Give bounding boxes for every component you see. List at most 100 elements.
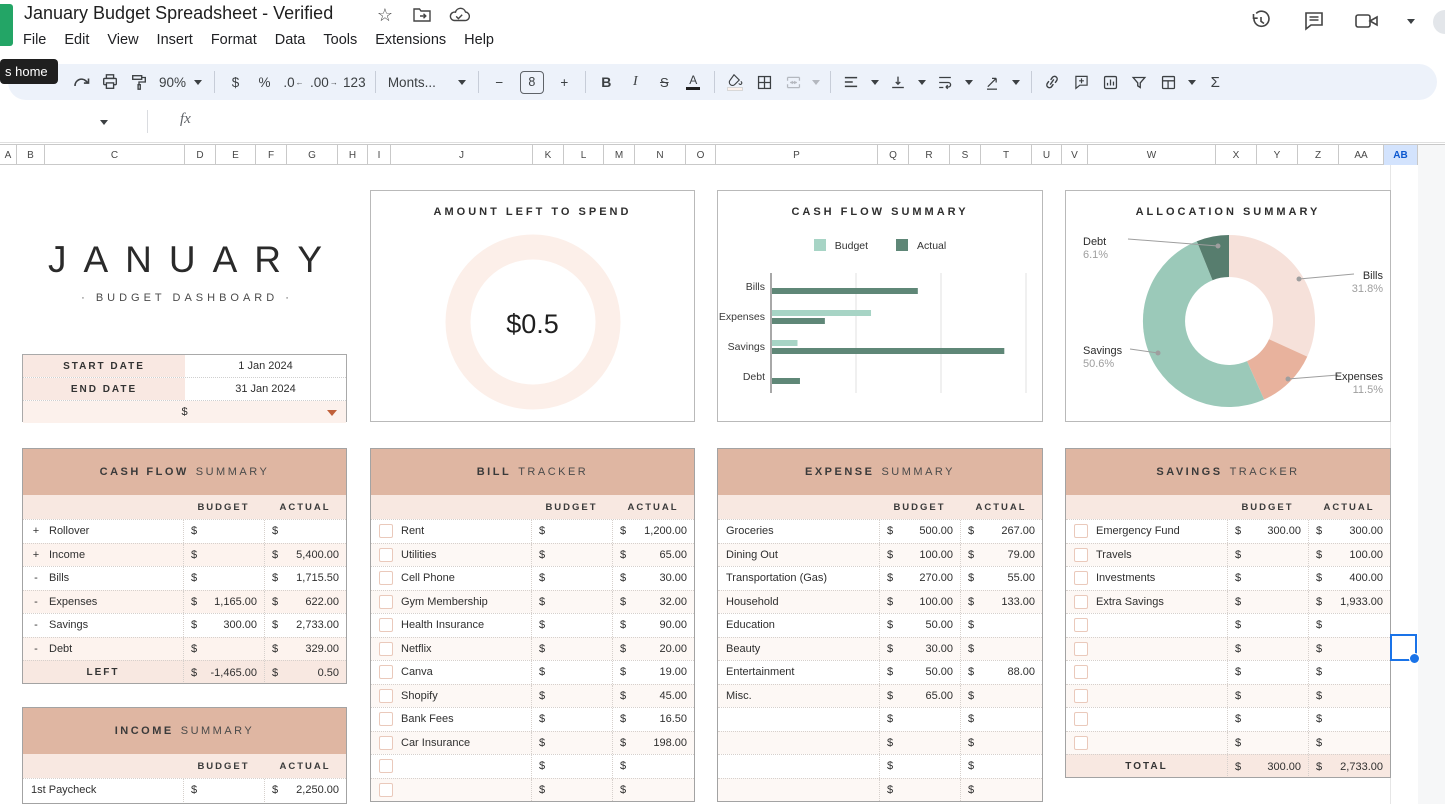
savings_tracker-actual-cell[interactable]: $300.00 <box>1308 520 1390 543</box>
savings_tracker-actual-cell[interactable]: $ <box>1308 661 1390 684</box>
checkbox[interactable] <box>1074 618 1088 632</box>
expense_summary-budget-cell[interactable]: $ <box>879 755 960 778</box>
bill_tracker-budget-cell[interactable]: $ <box>531 567 612 590</box>
column-header-P[interactable]: P <box>716 145 878 165</box>
column-header-G[interactable]: G <box>287 145 338 165</box>
bill_tracker-budget-cell[interactable]: $ <box>531 732 612 755</box>
text-color-button[interactable]: A <box>681 69 706 95</box>
start-date-label[interactable]: START DATE <box>23 355 185 377</box>
cash_flow-label-cell[interactable]: -Debt <box>23 638 183 661</box>
column-header-X[interactable]: X <box>1216 145 1257 165</box>
bill_tracker-actual-cell[interactable]: $ <box>612 755 694 778</box>
cash_flow-actual-cell[interactable]: $622.00 <box>264 591 346 614</box>
increase-font-size-button[interactable]: + <box>552 69 577 95</box>
column-header-L[interactable]: L <box>564 145 604 165</box>
bill_tracker-budget-cell[interactable]: $ <box>531 685 612 708</box>
checkbox[interactable] <box>379 595 393 609</box>
cash_flow-actual-cell[interactable]: $2,733.00 <box>264 614 346 637</box>
income_summary-label-cell[interactable]: 1st Paycheck <box>23 779 183 802</box>
savings_tracker-actual-cell[interactable]: $400.00 <box>1308 567 1390 590</box>
bill_tracker-actual-cell[interactable]: $30.00 <box>612 567 694 590</box>
bill_tracker-actual-cell[interactable]: $90.00 <box>612 614 694 637</box>
expense_summary-actual-cell[interactable]: $88.00 <box>960 661 1042 684</box>
bill_tracker-budget-cell[interactable]: $ <box>531 755 612 778</box>
cash_flow-budget-cell[interactable]: $300.00 <box>183 614 264 637</box>
savings_tracker-budget-cell[interactable]: $ <box>1227 544 1308 567</box>
column-header-M[interactable]: M <box>604 145 635 165</box>
savings_tracker-label-cell[interactable] <box>1066 638 1227 661</box>
decrease-font-size-button[interactable]: − <box>487 69 512 95</box>
bill_tracker-budget-cell[interactable]: $ <box>531 520 612 543</box>
savings_tracker-actual-cell[interactable]: $100.00 <box>1308 544 1390 567</box>
menu-help[interactable]: Help <box>455 30 503 50</box>
expense_summary-budget-cell[interactable]: $ <box>879 732 960 755</box>
fill-handle[interactable] <box>1409 653 1420 664</box>
functions-button[interactable]: Σ <box>1203 69 1228 95</box>
font-size-input[interactable]: 8 <box>520 71 544 94</box>
checkbox[interactable] <box>379 571 393 585</box>
menu-tools[interactable]: Tools <box>314 30 366 50</box>
cash_flow-actual-cell[interactable]: $329.00 <box>264 638 346 661</box>
insert-link-button[interactable] <box>1040 69 1065 95</box>
column-header-S[interactable]: S <box>950 145 981 165</box>
cash_flow-label-cell[interactable]: +Income <box>23 544 183 567</box>
expense_summary-actual-cell[interactable]: $133.00 <box>960 591 1042 614</box>
checkbox[interactable] <box>1074 665 1088 679</box>
checkbox[interactable] <box>379 736 393 750</box>
column-header-R[interactable]: R <box>909 145 950 165</box>
savings_tracker-actual-cell[interactable]: $ <box>1308 708 1390 731</box>
expense_summary-label-cell[interactable]: Entertainment <box>718 661 879 684</box>
bill_tracker-budget-cell[interactable]: $ <box>531 591 612 614</box>
menu-extensions[interactable]: Extensions <box>366 30 455 50</box>
column-header-U[interactable]: U <box>1032 145 1062 165</box>
savings_tracker-label-cell[interactable] <box>1066 661 1227 684</box>
column-header-Q[interactable]: Q <box>878 145 909 165</box>
cloud-saved-icon[interactable] <box>448 4 470 26</box>
checkbox[interactable] <box>1074 689 1088 703</box>
cash_flow-budget-cell[interactable]: $ <box>183 638 264 661</box>
savings_tracker-label-cell[interactable] <box>1066 614 1227 637</box>
checkbox[interactable] <box>379 548 393 562</box>
expense_summary-budget-cell[interactable]: $500.00 <box>879 520 960 543</box>
column-header-K[interactable]: K <box>533 145 564 165</box>
expense_summary-label-cell[interactable]: Transportation (Gas) <box>718 567 879 590</box>
savings_tracker-actual-cell[interactable]: $ <box>1308 614 1390 637</box>
cash_flow-budget-cell[interactable]: $1,165.00 <box>183 591 264 614</box>
savings_tracker-label-cell[interactable] <box>1066 732 1227 755</box>
expense_summary-label-cell[interactable] <box>718 708 879 731</box>
cash_flow-footer-actual[interactable]: $0.50 <box>264 661 346 684</box>
savings_tracker-label-cell[interactable] <box>1066 685 1227 708</box>
bill_tracker-actual-cell[interactable]: $45.00 <box>612 685 694 708</box>
meet-dropdown-caret[interactable] <box>1407 19 1415 24</box>
text-rotation-caret[interactable] <box>1012 80 1020 85</box>
cash_flow-budget-cell[interactable]: $ <box>183 520 264 543</box>
bill_tracker-label-cell[interactable]: Health Insurance <box>371 614 531 637</box>
expense_summary-label-cell[interactable]: Education <box>718 614 879 637</box>
bill_tracker-label-cell[interactable]: Canva <box>371 661 531 684</box>
savings_tracker-budget-cell[interactable]: $ <box>1227 685 1308 708</box>
insert-chart-button[interactable] <box>1098 69 1123 95</box>
decrease-decimal-button[interactable]: .0← <box>281 69 306 95</box>
expense_summary-label-cell[interactable] <box>718 732 879 755</box>
allocation-card[interactable]: ALLOCATION SUMMARY Bills31.8%Expenses11.… <box>1065 190 1391 422</box>
menu-data[interactable]: Data <box>266 30 315 50</box>
bill_tracker-label-cell[interactable]: Cell Phone <box>371 567 531 590</box>
cash_flow-label-cell[interactable]: -Expenses <box>23 591 183 614</box>
savings_tracker-label-cell[interactable]: Emergency Fund <box>1066 520 1227 543</box>
expense_summary-actual-cell[interactable]: $ <box>960 614 1042 637</box>
expense_summary-actual-cell[interactable]: $55.00 <box>960 567 1042 590</box>
expense_summary-label-cell[interactable]: Household <box>718 591 879 614</box>
meet-video-icon[interactable] <box>1354 8 1380 34</box>
checkbox[interactable] <box>379 642 393 656</box>
column-header-W[interactable]: W <box>1088 145 1216 165</box>
savings_tracker-budget-cell[interactable]: $ <box>1227 732 1308 755</box>
bill_tracker-actual-cell[interactable]: $19.00 <box>612 661 694 684</box>
savings_tracker-actual-cell[interactable]: $1,933.00 <box>1308 591 1390 614</box>
cash_flow-label-cell[interactable]: +Rollover <box>23 520 183 543</box>
bill_tracker-label-cell[interactable]: Bank Fees <box>371 708 531 731</box>
horizontal-align-button[interactable] <box>839 69 864 95</box>
print-button[interactable] <box>97 69 122 95</box>
expense_summary-actual-cell[interactable]: $ <box>960 638 1042 661</box>
bill_tracker-budget-cell[interactable]: $ <box>531 708 612 731</box>
savings_tracker-actual-cell[interactable]: $ <box>1308 685 1390 708</box>
